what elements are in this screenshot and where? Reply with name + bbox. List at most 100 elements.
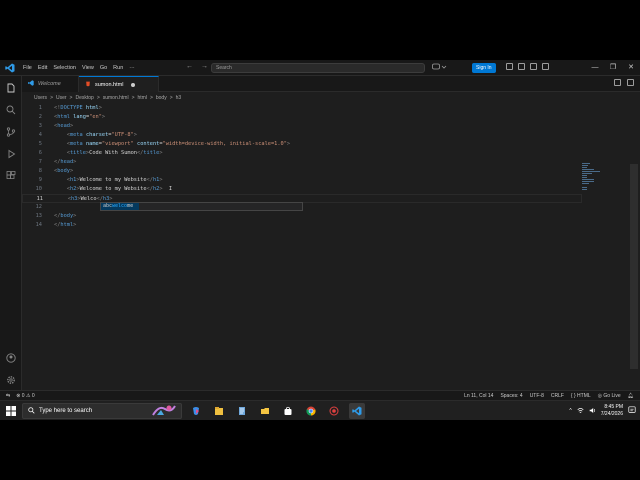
accounts-icon[interactable] (5, 352, 17, 364)
search-highlight-icon (151, 403, 177, 419)
menu-edit[interactable]: Edit (35, 60, 50, 76)
windows-start-icon[interactable] (6, 406, 16, 416)
line-content: <head> (54, 123, 74, 129)
back-arrow-icon[interactable]: ← (186, 63, 193, 70)
window-controls: — ❐ ✕ (586, 60, 640, 76)
vscode-icon (28, 80, 34, 88)
breadcrumb-separator: > (169, 95, 173, 101)
extensions-icon[interactable] (5, 170, 17, 182)
chrome-icon[interactable] (303, 403, 319, 419)
menu-go[interactable]: Go (97, 60, 110, 76)
menu-view[interactable]: View (79, 60, 97, 76)
volume-icon[interactable] (589, 407, 596, 416)
file-explorer-icon[interactable] (211, 403, 227, 419)
breadcrumb-body[interactable]: body (156, 95, 167, 101)
line-content: <title>Code With Sumon</title> (66, 150, 163, 156)
menu-file[interactable]: File (20, 60, 35, 76)
breadcrumb-separator: > (131, 95, 135, 101)
line-content: <h2>Welcome to my Website</h2> I (66, 186, 173, 192)
menu-more[interactable]: ··· (126, 60, 138, 76)
line-number: 9 (38, 177, 42, 183)
split-editor-icon[interactable] (614, 79, 621, 86)
tray-overflow-icon[interactable]: ^ (569, 408, 571, 414)
minimize-icon[interactable]: — (586, 60, 604, 76)
notepad-icon[interactable] (234, 403, 250, 419)
editor-actions (614, 79, 634, 86)
line-content: <body> (54, 168, 74, 174)
title-bar: File Edit Selection View Go Run ··· ← → … (0, 60, 640, 76)
breadcrumb-users[interactable]: Users (34, 95, 47, 101)
code-editor[interactable]: 1 <!DOCTYPE html> 2 <html lang="en"> 3 <… (22, 104, 622, 390)
menu-selection[interactable]: Selection (50, 60, 79, 76)
tab-sumon-html[interactable]: sumon.html (79, 76, 159, 92)
suggestion-match: welco (112, 203, 128, 209)
code-line: 1 <!DOCTYPE html> (22, 104, 582, 113)
network-icon[interactable] (577, 407, 584, 416)
layout-controls (506, 63, 549, 70)
notification-center-icon[interactable] (628, 406, 636, 416)
toggle-panel-icon[interactable] (518, 63, 525, 70)
line-number: 14 (35, 222, 42, 228)
toggle-secondary-sidebar-icon[interactable] (530, 63, 537, 70)
code-line: 3 <head> (22, 122, 582, 131)
unsaved-dot-icon[interactable] (131, 82, 136, 87)
line-number: 7 (38, 159, 42, 165)
tab-welcome[interactable]: Welcome (22, 76, 79, 92)
autocomplete-suggestion[interactable]: abc welcome (100, 202, 303, 211)
command-center-search[interactable]: Search (211, 63, 425, 73)
breadcrumb-desktop[interactable]: Desktop (75, 95, 93, 101)
breadcrumb-file[interactable]: sumon.html (103, 95, 129, 101)
line-number: 5 (38, 141, 42, 147)
source-control-icon[interactable] (5, 126, 17, 138)
menu-run[interactable]: Run (110, 60, 126, 76)
breadcrumb-user[interactable]: User (56, 95, 67, 101)
vscode-taskbar-icon[interactable] (349, 403, 365, 419)
taskbar-apps (188, 403, 365, 419)
code-line: 2 <html lang="en"> (22, 113, 582, 122)
screen-recorder-icon[interactable] (326, 403, 342, 419)
line-content: <!DOCTYPE html> (54, 105, 102, 111)
clock[interactable]: 8:45 PM 7/24/2026 (601, 404, 623, 418)
breadcrumb-html[interactable]: html (138, 95, 147, 101)
folder-icon[interactable] (257, 403, 273, 419)
manage-gear-icon[interactable] (5, 374, 17, 386)
tab-label: sumon.html (95, 81, 124, 88)
html-file-icon (85, 81, 91, 89)
microsoft-store-icon[interactable] (280, 403, 296, 419)
line-content: <meta charset="UTF-8"> (66, 132, 137, 138)
code-line: 10 <h2>Welcome to my Website</h2> I (22, 185, 582, 194)
menu-bar: File Edit Selection View Go Run ··· (20, 60, 138, 76)
toggle-primary-sidebar-icon[interactable] (506, 63, 513, 70)
run-debug-icon[interactable] (5, 148, 17, 160)
line-number: 6 (38, 150, 42, 156)
text-suggestion-icon: abc (103, 203, 113, 209)
line-content: </html> (54, 222, 77, 228)
code-line: 4 <meta charset="UTF-8"> (22, 131, 582, 140)
code-line: 6 <title>Code With Sumon</title> (22, 149, 582, 158)
taskbar-search-box[interactable]: Type here to search (22, 403, 182, 419)
search-placeholder: Search (216, 65, 232, 71)
line-content: </body> (54, 213, 77, 219)
sign-in-button[interactable]: Sign In (472, 63, 496, 73)
minimap[interactable] (582, 163, 602, 193)
maximize-icon[interactable]: ❐ (604, 60, 622, 76)
forward-arrow-icon[interactable]: → (201, 63, 208, 70)
breadcrumb-h3[interactable]: h3 (176, 95, 182, 101)
windows-taskbar: Type here to search ^ 8:45 PM 7/24/2026 (0, 400, 640, 420)
breadcrumb-separator: > (149, 95, 153, 101)
breadcrumb-separator: > (96, 95, 100, 101)
more-actions-icon[interactable] (627, 79, 634, 86)
vertical-scrollbar[interactable] (630, 164, 638, 369)
copilot-app-icon[interactable] (188, 403, 204, 419)
code-line: 13 </body> (22, 212, 582, 221)
line-number: 8 (38, 168, 42, 174)
copilot-icon[interactable] (432, 63, 448, 73)
suggestion-label: welcome (112, 203, 133, 210)
close-icon[interactable]: ✕ (622, 60, 640, 76)
search-icon[interactable] (5, 104, 17, 116)
clock-time: 8:45 PM (604, 404, 623, 410)
customize-layout-icon[interactable] (542, 63, 549, 70)
navigation: ← → (186, 63, 208, 70)
clock-date: 7/24/2026 (600, 411, 623, 417)
explorer-icon[interactable] (5, 82, 17, 94)
